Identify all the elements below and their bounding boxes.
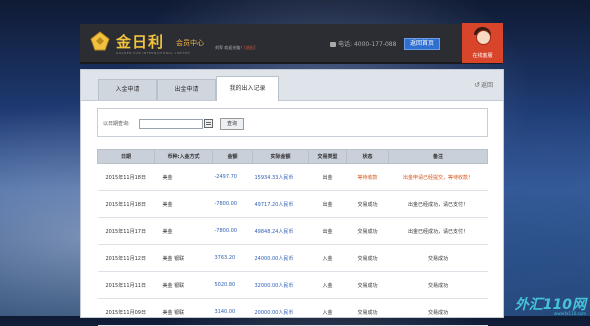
table-row: 2015年11月11日 美金 银联 5020.80 32000.00人民币 入金…: [97, 271, 488, 299]
cell-amount: -2497.70: [212, 163, 253, 191]
cell-remark: 出金申请已经提交，等待收款！: [388, 163, 488, 191]
table-row: 2015年11月18日 美金 -2497.70 15934.33人民币 出金 等…: [97, 163, 488, 191]
cell-type: 入金: [308, 271, 347, 299]
cell-remark: 交易成功: [388, 244, 488, 272]
table-row: 2015年11月17日 美金 -7800.00 49848.24人民币 出金 交…: [97, 217, 488, 245]
cell-currency: 美金 银联: [154, 271, 213, 299]
service-label: 在线客服: [472, 53, 493, 59]
cell-type: 出金: [308, 190, 347, 218]
back-arrow-icon: ↺: [474, 81, 480, 89]
cell-amount: -7800.00: [212, 217, 253, 245]
column-header-type: 交易类型: [308, 149, 347, 164]
cell-actual-amount: 49717.20人民币: [252, 190, 309, 218]
cell-actual-amount: 15934.33人民币: [252, 163, 309, 191]
tab-my-records[interactable]: 我的出入记录: [216, 76, 279, 101]
cell-date: 2015年11月11日: [97, 271, 155, 299]
cell-type: 入金: [308, 244, 347, 272]
records-panel: 入金申请 出金申请 我的出入记录 ↺返回 以日期查询: 查询 日期 币种:入金方…: [80, 69, 504, 326]
query-button[interactable]: 查询: [220, 118, 244, 130]
tab-bar: 入金申请 出金申请 我的出入记录 ↺返回: [81, 70, 503, 101]
back-label: 返回: [480, 82, 493, 89]
column-header-actual-amount: 实际金额: [252, 149, 309, 164]
cell-amount: 5020.80: [212, 271, 253, 299]
column-header-date: 日期: [97, 149, 155, 164]
column-header-status: 状态: [346, 149, 389, 164]
cell-remark: 出金已经成功，请已支付！: [388, 217, 488, 245]
watermark-url: www.fx110.com: [554, 311, 586, 316]
cell-amount: 3140.00: [212, 298, 253, 326]
cell-type: 入金: [308, 298, 347, 326]
cell-status: 交易成功: [346, 271, 389, 299]
phone-icon: [330, 42, 336, 47]
phone-text: 电话: 4000-177-088: [338, 41, 397, 48]
cell-actual-amount: 49848.24人民币: [252, 217, 309, 245]
member-center-title: 会员中心: [176, 39, 204, 47]
cell-date: 2015年11月17日: [97, 217, 155, 245]
records-table: 日期 币种:入金方式 金额 实际金额 交易类型 状态 备注 2015年11月18…: [97, 149, 488, 326]
user-greeting: 刘军 欢迎光临！[退出]: [215, 45, 255, 51]
cell-status: 交易成功: [346, 298, 389, 326]
cell-status: 交易成功: [346, 190, 389, 218]
cell-actual-amount: 20000.00人民币: [252, 298, 309, 326]
cell-amount: 3763.20: [212, 244, 253, 272]
column-header-currency-method: 币种:入金方式: [154, 149, 213, 164]
table-row: 2015年11月12日 美金 银联 3763.20 24000.00人民币 入金…: [97, 244, 488, 272]
column-header-remark: 备注: [388, 149, 488, 164]
cell-date: 2015年11月12日: [97, 244, 155, 272]
cell-currency: 美金: [154, 190, 213, 218]
logo-icon: [90, 31, 110, 51]
date-search-box: 以日期查询: 查询: [97, 108, 488, 137]
cell-remark: 出金已经成功，请已支付！: [388, 190, 488, 218]
table-row: 2015年11月18日 美金 -7800.00 49717.20人民币 出金 交…: [97, 190, 488, 218]
cell-currency: 美金: [154, 217, 213, 245]
logout-link[interactable]: [退出]: [244, 45, 255, 50]
tab-withdraw-request[interactable]: 出金申请: [157, 79, 216, 100]
cell-date: 2015年11月09日: [97, 298, 155, 326]
cell-amount: -7800.00: [212, 190, 253, 218]
brand-name: 金日利: [116, 33, 165, 51]
cell-status: 交易成功: [346, 244, 389, 272]
cell-status: 交易成功: [346, 217, 389, 245]
cell-remark: 交易成功: [388, 298, 488, 326]
cell-remark: 交易成功: [388, 271, 488, 299]
cell-currency: 美金: [154, 163, 213, 191]
table-row: 2015年11月09日 美金 银联 3140.00 20000.00人民币 入金…: [97, 298, 488, 326]
phone-number: 电话: 4000-177-088: [330, 39, 396, 48]
cell-type: 出金: [308, 163, 347, 191]
brand-subtitle: GOLDEN SUN INTERNATIONAL LIMITED: [116, 51, 191, 55]
cell-date: 2015年11月18日: [97, 190, 155, 218]
tab-deposit-request[interactable]: 入金申请: [98, 79, 157, 100]
service-avatar-icon: [476, 30, 491, 45]
cell-currency: 美金 银联: [154, 298, 213, 326]
cell-date: 2015年11月18日: [97, 163, 155, 191]
cell-type: 出金: [308, 217, 347, 245]
cell-actual-amount: 24000.00人民币: [252, 244, 309, 272]
column-header-amount: 金额: [212, 149, 253, 164]
site-header: 金日利 GOLDEN SUN INTERNATIONAL LIMITED 会员中…: [80, 24, 502, 64]
online-service-button[interactable]: 在线客服: [462, 23, 503, 63]
home-button[interactable]: 返回首页: [404, 38, 441, 50]
user-greeting-text: 刘军 欢迎光临！: [215, 45, 245, 50]
calendar-icon[interactable]: [204, 119, 213, 128]
cell-currency: 美金 银联: [154, 244, 213, 272]
cell-actual-amount: 32000.00人民币: [252, 271, 309, 299]
table-header-row: 日期 币种:入金方式 金额 实际金额 交易类型 状态 备注: [97, 149, 488, 164]
cell-status: 等待收款: [346, 163, 389, 191]
back-link[interactable]: ↺返回: [474, 80, 493, 89]
date-input[interactable]: [139, 119, 203, 129]
search-label: 以日期查询:: [103, 121, 130, 127]
